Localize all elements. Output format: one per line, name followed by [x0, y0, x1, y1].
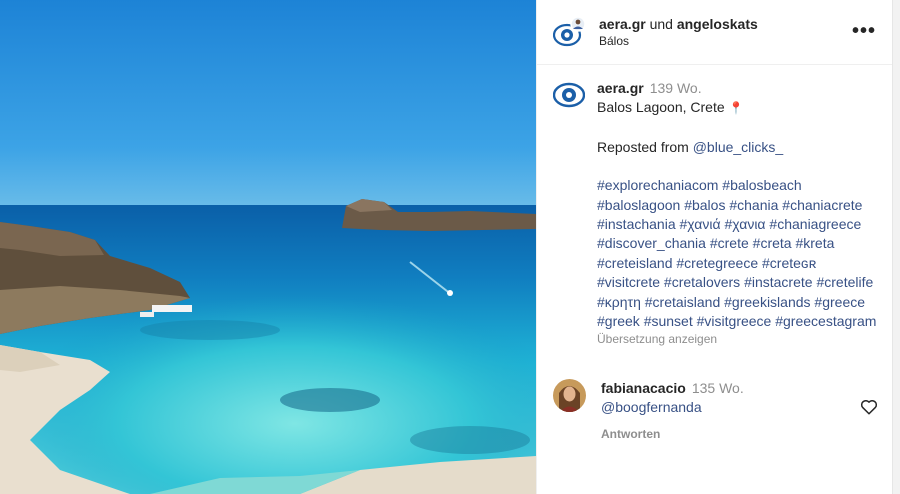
hashtag-link[interactable]: #κρητη — [597, 294, 641, 310]
hashtag-link[interactable]: #cretalovers — [664, 274, 740, 290]
post-viewer: aera.gr und angeloskats Bálos ••• aera.g… — [0, 0, 900, 494]
hashtag-link[interactable]: #explorechaniacom — [597, 177, 718, 193]
heart-outline-icon[interactable] — [860, 398, 878, 416]
hashtag-link[interactable]: #greecestagram — [775, 313, 876, 329]
ellipsis-horizontal-icon[interactable]: ••• — [852, 20, 876, 43]
hashtag-link[interactable]: #chaniagreece — [769, 216, 861, 232]
repost-handle-link[interactable]: @blue_clicks_ — [693, 139, 783, 155]
hashtag-link[interactable]: #creteisland — [597, 255, 673, 271]
author-username[interactable]: aera.gr — [599, 16, 646, 32]
comment: fabianacacio 135 Wo. @boogfernanda Antwor… — [537, 378, 894, 444]
caption-username[interactable]: aera.gr — [597, 80, 644, 96]
post-authors: aera.gr und angeloskats — [599, 15, 758, 33]
caption-title: Balos Lagoon, Crete 📍 — [597, 99, 744, 116]
author-avatar[interactable] — [552, 16, 586, 48]
hashtag-link[interactable]: #crete — [710, 235, 749, 251]
translate-link[interactable]: Übersetzung anzeigen — [597, 330, 878, 349]
scrollbar[interactable] — [892, 0, 900, 494]
hashtag-link[interactable]: #greece — [814, 294, 865, 310]
hashtag-link[interactable]: #balos — [684, 197, 725, 213]
coauthor-username[interactable]: angeloskats — [677, 16, 758, 32]
reply-button[interactable]: Antworten — [601, 425, 744, 444]
pin-icon: 📍 — [728, 101, 744, 116]
hashtag-link[interactable]: #greek — [597, 313, 640, 329]
repost-line: Reposted from @blue_clicks_ — [597, 138, 784, 155]
hashtag-link[interactable]: #visitgreece — [697, 313, 772, 329]
post-location[interactable]: Bálos — [599, 33, 758, 49]
hashtag-link[interactable]: #cretaisland — [645, 294, 721, 310]
hashtag-link[interactable]: #cretelife — [816, 274, 873, 290]
comment-mention-link[interactable]: @boogfernanda — [601, 398, 744, 417]
hashtag-link[interactable]: #balosbeach — [722, 177, 801, 193]
caption-avatar[interactable] — [552, 79, 586, 111]
hashtag-link[interactable]: #chaniacrete — [782, 197, 862, 213]
hashtag-link[interactable]: #instachania — [597, 216, 676, 232]
hashtag-link[interactable]: #baloslagoon — [597, 197, 680, 213]
hashtag-link[interactable]: #chania — [729, 197, 778, 213]
eye-logo-icon — [552, 16, 586, 47]
caption-text: aera.gr 139 Wo. Balos Lagoon, Crete 📍 Rep… — [597, 79, 878, 350]
hashtag-link[interactable]: #creteɢʀ — [762, 255, 816, 271]
balos-lagoon-photo — [0, 0, 536, 494]
post-header: aera.gr und angeloskats Bálos ••• — [537, 0, 894, 65]
comment-age[interactable]: 135 Wo. — [692, 380, 744, 396]
post-photo[interactable] — [0, 0, 536, 494]
commenter-avatar[interactable] — [553, 378, 586, 412]
hashtag-list: #explorechaniacom #balosbeach #baloslago… — [597, 176, 878, 331]
hashtag-link[interactable]: #kreta — [795, 235, 834, 251]
comment-body: fabianacacio 135 Wo. @boogfernanda Antwor… — [601, 379, 744, 444]
hashtag-link[interactable]: #sunset — [644, 313, 693, 329]
hashtag-link[interactable]: #creta — [753, 235, 792, 251]
post-sidebar: aera.gr und angeloskats Bálos ••• aera.g… — [536, 0, 894, 494]
eye-logo-icon — [552, 82, 586, 108]
person-avatar-icon — [553, 378, 586, 412]
hashtag-link[interactable]: #χανια — [724, 216, 765, 232]
hashtag-link[interactable]: #χανιά — [680, 216, 721, 232]
hashtag-link[interactable]: #discover_chania — [597, 235, 706, 251]
caption-age[interactable]: 139 Wo. — [650, 80, 702, 96]
hashtag-link[interactable]: #cretegreece — [676, 255, 758, 271]
hashtag-link[interactable]: #visitcrete — [597, 274, 660, 290]
authors-connector: und — [649, 16, 673, 32]
caption-block: aera.gr 139 Wo. Balos Lagoon, Crete 📍 Rep… — [537, 65, 894, 350]
hashtag-link[interactable]: #greekislands — [724, 294, 810, 310]
comment-username[interactable]: fabianacacio — [601, 380, 686, 396]
hashtag-link[interactable]: #instacrete — [744, 274, 812, 290]
